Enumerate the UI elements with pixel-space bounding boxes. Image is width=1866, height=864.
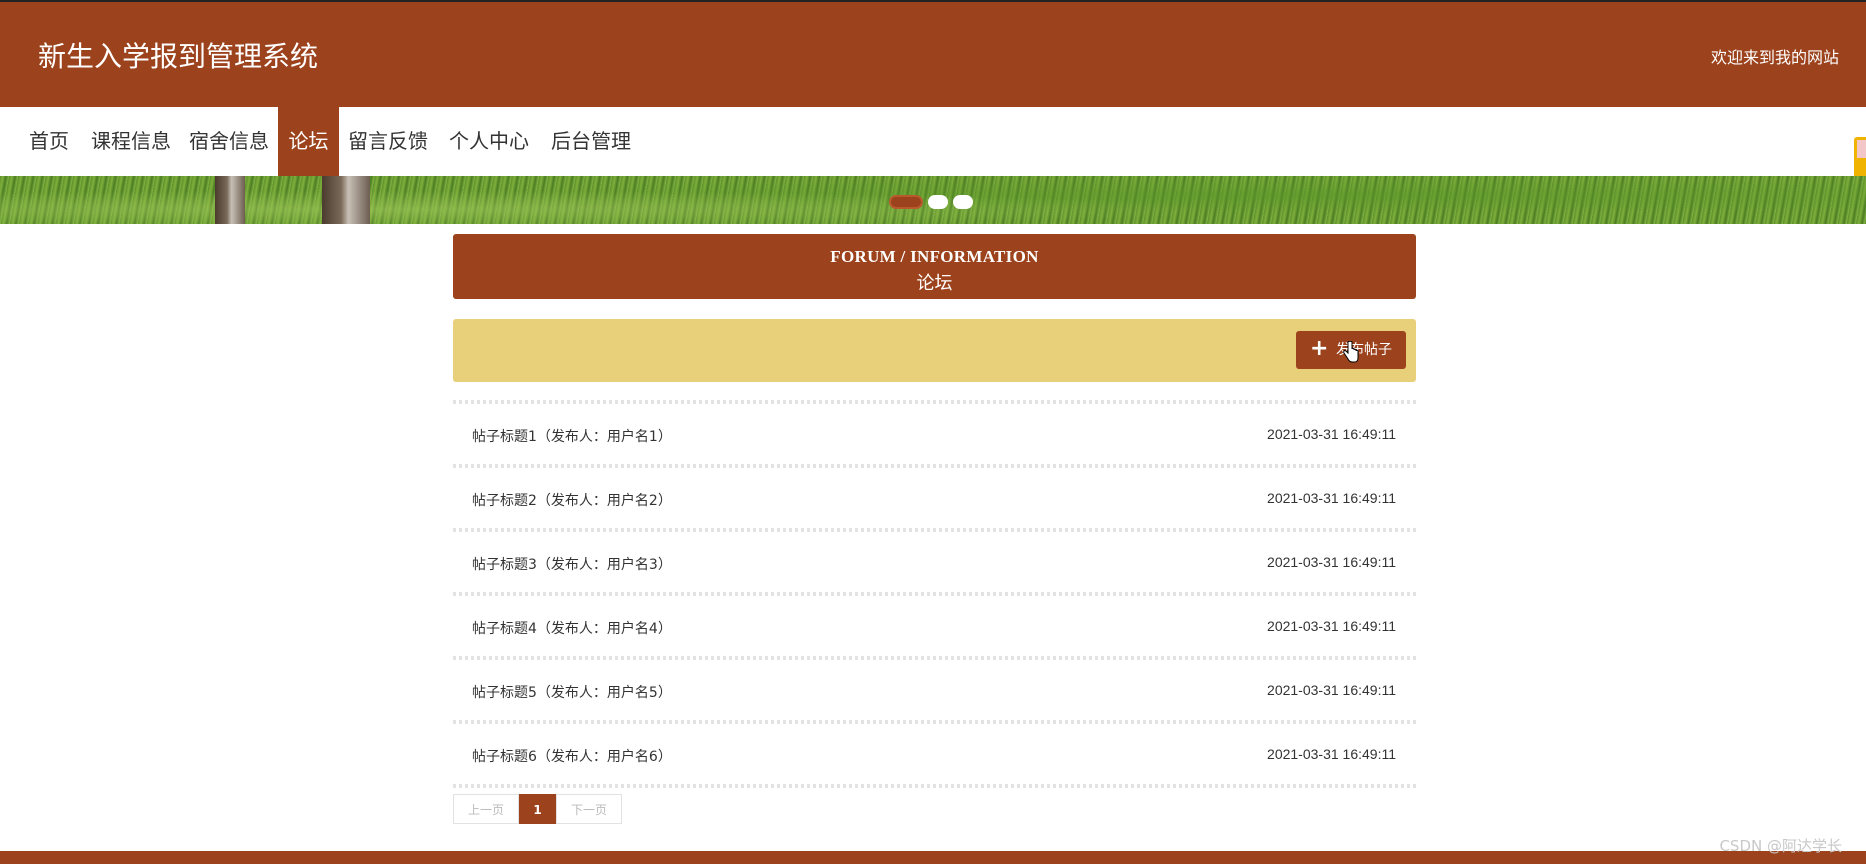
list-item[interactable]: 帖子标题5（发布人：用户名5） 2021-03-31 16:49:11 (453, 660, 1416, 720)
post-time: 2021-03-31 16:49:11 (1267, 682, 1396, 698)
post-time: 2021-03-31 16:49:11 (1267, 426, 1396, 442)
welcome-text: 欢迎来到我的网站 (1710, 48, 1839, 67)
list-item[interactable]: 帖子标题3（发布人：用户名3） 2021-03-31 16:49:11 (453, 532, 1416, 592)
post-time: 2021-03-31 16:49:11 (1267, 618, 1396, 634)
carousel-dot-1[interactable] (889, 195, 923, 209)
banner-tree-trunk (322, 176, 370, 224)
nav-item-feedback[interactable]: 留言反馈 (342, 107, 434, 176)
plus-icon: + (1310, 336, 1329, 361)
list-item[interactable]: 帖子标题4（发布人：用户名4） 2021-03-31 16:49:11 (453, 596, 1416, 656)
nav-item-home[interactable]: 首页 (20, 107, 78, 176)
post-title[interactable]: 帖子标题5（发布人：用户名5） (472, 682, 672, 702)
side-floating-badge[interactable] (1854, 137, 1866, 181)
post-title[interactable]: 帖子标题6（发布人：用户名6） (472, 746, 672, 766)
list-item[interactable]: 帖子标题2（发布人：用户名2） 2021-03-31 16:49:11 (453, 468, 1416, 528)
banner-tree-trunk (215, 176, 245, 224)
post-time: 2021-03-31 16:49:11 (1267, 746, 1396, 762)
section-title-en: FORUM / INFORMATION (830, 247, 1039, 266)
main-nav: 首页 课程信息 宿舍信息 论坛 留言反馈 个人中心 后台管理 (0, 107, 1866, 176)
post-list: 帖子标题1（发布人：用户名1） 2021-03-31 16:49:11 帖子标题… (453, 400, 1416, 788)
post-time: 2021-03-31 16:49:11 (1267, 554, 1396, 570)
next-page-button[interactable]: 下一页 (556, 794, 622, 824)
banner-carousel (0, 176, 1866, 224)
post-title[interactable]: 帖子标题3（发布人：用户名3） (472, 554, 672, 574)
nav-item-profile[interactable]: 个人中心 (443, 107, 535, 176)
post-title[interactable]: 帖子标题4（发布人：用户名4） (472, 618, 672, 638)
post-title[interactable]: 帖子标题2（发布人：用户名2） (472, 490, 672, 510)
carousel-dot-3[interactable] (953, 195, 973, 209)
section-title-cn: 论坛 (916, 273, 953, 294)
nav-item-dorms[interactable]: 宿舍信息 (184, 107, 274, 176)
forum-toolbar: + 发布帖子 (453, 319, 1416, 382)
site-footer (0, 851, 1866, 864)
post-time: 2021-03-31 16:49:11 (1267, 490, 1396, 506)
hand-cursor-icon (1343, 341, 1359, 363)
section-title: FORUM / INFORMATION 论坛 (453, 234, 1416, 299)
nav-item-courses[interactable]: 课程信息 (86, 107, 176, 176)
site-header: 新生入学报到管理系统 欢迎来到我的网站 (0, 2, 1866, 107)
carousel-dot-2[interactable] (928, 195, 948, 209)
list-divider (453, 784, 1416, 788)
watermark: CSDN @阿达学长 (1719, 837, 1842, 855)
page-number-current[interactable]: 1 (519, 794, 556, 824)
post-title[interactable]: 帖子标题1（发布人：用户名1） (472, 426, 672, 446)
site-title: 新生入学报到管理系统 (38, 40, 319, 73)
list-item[interactable]: 帖子标题6（发布人：用户名6） 2021-03-31 16:49:11 (453, 724, 1416, 784)
list-item[interactable]: 帖子标题1（发布人：用户名1） 2021-03-31 16:49:11 (453, 404, 1416, 464)
nav-item-admin[interactable]: 后台管理 (545, 107, 637, 176)
nav-item-forum[interactable]: 论坛 (278, 107, 339, 176)
prev-page-button[interactable]: 上一页 (453, 794, 519, 824)
